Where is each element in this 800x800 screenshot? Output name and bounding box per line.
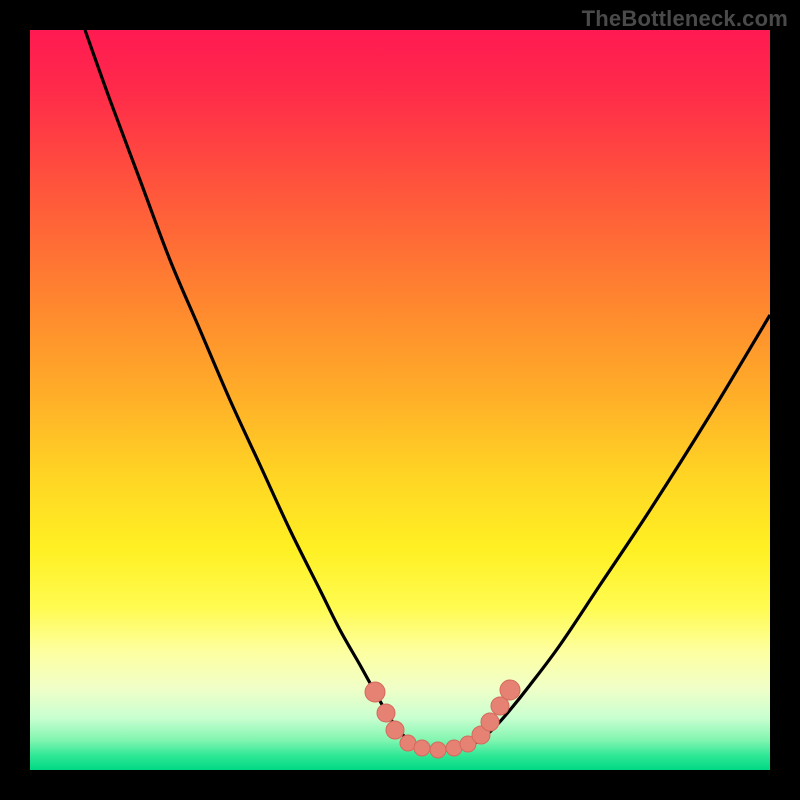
plot-area	[30, 30, 770, 770]
curve-svg	[30, 30, 770, 770]
marker-dot	[386, 721, 404, 739]
bottleneck-curve	[85, 30, 770, 750]
chart-frame: TheBottleneck.com	[0, 0, 800, 800]
marker-dot	[446, 740, 462, 756]
marker-dot	[365, 682, 385, 702]
bottom-cluster	[365, 680, 520, 758]
watermark-text: TheBottleneck.com	[582, 6, 788, 32]
marker-dot	[500, 680, 520, 700]
marker-dot	[377, 704, 395, 722]
marker-dot	[414, 740, 430, 756]
marker-dot	[430, 742, 446, 758]
marker-dot	[481, 713, 499, 731]
